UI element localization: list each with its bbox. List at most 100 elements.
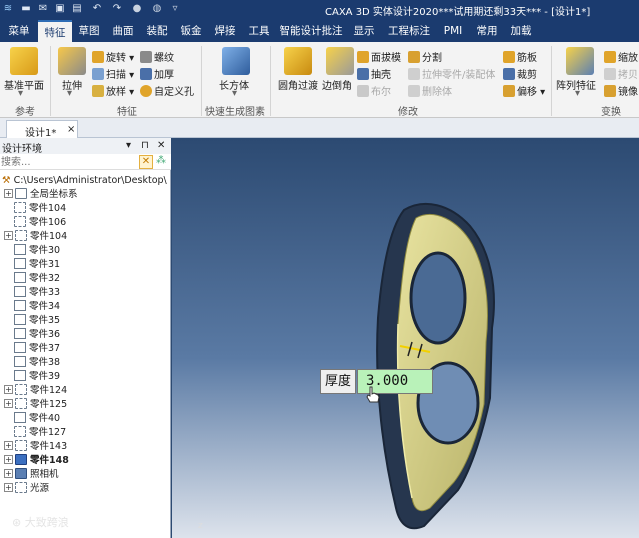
tree-item[interactable]: 零件31 — [14, 258, 60, 272]
tree-item[interactable]: + 零件125 — [4, 398, 67, 412]
save-icon[interactable]: ▣ — [54, 3, 66, 15]
fillet-icon[interactable] — [284, 47, 312, 75]
undo-icon[interactable]: ↶ — [91, 3, 103, 15]
tree-search-input[interactable] — [0, 155, 136, 169]
app-logo-icon[interactable]: ≋ — [2, 3, 14, 15]
thicken-label: 加厚 — [154, 70, 174, 81]
print-icon[interactable]: ▤ — [71, 3, 83, 15]
menu-tab[interactable]: 工程标注 — [382, 20, 436, 42]
tree-item[interactable]: + 零件143 — [4, 440, 67, 454]
menu-tab[interactable]: 钣金 — [174, 20, 208, 42]
tree-item[interactable]: + 零件148 — [4, 454, 69, 468]
menu-tab[interactable]: 曲面 — [106, 20, 140, 42]
chamfer-button[interactable]: 边倒角 — [322, 77, 352, 92]
revolve-button[interactable]: 旋转 ▾ — [92, 49, 134, 64]
rib-button[interactable]: 筋板 — [503, 49, 537, 64]
menu-tab[interactable]: PMI — [436, 20, 470, 42]
thicken-button[interactable]: 加厚 — [140, 66, 174, 81]
mirror-button[interactable]: 镜像 — [604, 83, 638, 98]
tree-item[interactable]: 零件36 — [14, 328, 60, 342]
menu-tab[interactable]: 智能设计批注 — [276, 20, 346, 42]
record-icon[interactable]: ● — [131, 3, 143, 15]
sphere-icon[interactable]: ◍ — [151, 3, 163, 15]
clear-search-icon[interactable]: ✕ — [139, 155, 153, 169]
menu-tab[interactable]: 常用 — [470, 20, 504, 42]
expand-toggle-icon[interactable]: + — [4, 399, 13, 408]
tree-item[interactable]: 零件37 — [14, 342, 60, 356]
sweep-button[interactable]: 扫描 ▾ — [92, 66, 134, 81]
menu-tab[interactable]: 草图 — [72, 20, 106, 42]
3d-viewport[interactable]: z — [172, 138, 639, 538]
menu-tab[interactable]: 加载 — [504, 20, 538, 42]
tree-item[interactable]: + 全局坐标系 — [4, 188, 78, 202]
chamfer-icon[interactable] — [326, 47, 354, 75]
boolean-button[interactable]: 布尔 — [357, 83, 391, 98]
tree-item[interactable]: 零件35 — [14, 314, 60, 328]
extrude-dropdown-icon[interactable]: ▾ — [67, 88, 72, 99]
expand-toggle-icon[interactable]: + — [4, 231, 13, 240]
tree-item[interactable]: 零件32 — [14, 272, 60, 286]
thread-button[interactable]: 螺纹 — [140, 49, 174, 64]
extrude-icon[interactable] — [58, 47, 86, 75]
shell-button[interactable]: 抽壳 — [357, 66, 391, 81]
block-icon[interactable] — [222, 47, 250, 75]
expand-toggle-icon[interactable]: + — [4, 455, 13, 464]
tree-item[interactable]: + 零件124 — [4, 384, 67, 398]
tree-root-item[interactable]: ⚒ C:\Users\Administrator\Desktop\ — [2, 174, 167, 188]
scale-button[interactable]: 缩放 — [604, 49, 638, 64]
expand-toggle-icon[interactable]: + — [4, 441, 13, 450]
redo-icon[interactable]: ↷ — [111, 3, 123, 15]
delete-body-button[interactable]: 删除体 — [408, 83, 452, 98]
search-options-icon[interactable]: ⁂ — [156, 155, 168, 169]
expand-toggle-icon[interactable]: + — [4, 385, 13, 394]
close-tab-icon[interactable]: × — [67, 124, 75, 135]
datum-plane-button[interactable]: 基准平面 — [4, 77, 44, 92]
tree-item[interactable]: 零件34 — [14, 300, 60, 314]
block-dropdown-icon[interactable]: ▾ — [232, 88, 237, 99]
expand-toggle-icon[interactable]: + — [4, 483, 13, 492]
copy-button[interactable]: 拷贝 — [604, 66, 638, 81]
shell-icon — [357, 68, 369, 80]
new-icon[interactable]: ▬ — [20, 3, 32, 15]
extrude-to-part-button[interactable]: 拉伸零件/装配体 — [408, 66, 495, 81]
mail-icon[interactable]: ✉ — [37, 3, 49, 15]
pin-icon[interactable]: ⊓ — [141, 140, 149, 151]
expand-toggle-icon[interactable]: + — [4, 189, 13, 198]
tree-item[interactable]: 零件40 — [14, 412, 60, 426]
tree-item[interactable]: 零件33 — [14, 286, 60, 300]
tree-item[interactable]: + 零件104 — [4, 230, 67, 244]
split-button[interactable]: 分割 — [408, 49, 442, 64]
tree-item[interactable]: 零件127 — [14, 426, 66, 440]
datum-plane-icon[interactable] — [10, 47, 38, 75]
expand-toggle-icon[interactable]: + — [4, 469, 13, 478]
trim-label: 裁剪 — [517, 70, 537, 81]
close-panel-icon[interactable]: ✕ — [157, 140, 165, 151]
datum-plane-dropdown-icon[interactable]: ▾ — [18, 88, 23, 99]
dropdown-icon[interactable]: ▿ — [169, 3, 181, 15]
tree-item[interactable]: + 照相机 — [4, 468, 59, 482]
loft-button[interactable]: 放样 ▾ — [92, 83, 134, 98]
face-draft-button[interactable]: 面拔模 — [357, 49, 401, 64]
design-tree-panel: 设计环境 ▾ ⊓ ✕ ✕ ⁂ ⚒ C:\Users\Administrator\… — [0, 138, 171, 538]
menu-tab[interactable]: 显示 — [346, 20, 382, 42]
tree-item[interactable]: + 光源 — [4, 482, 49, 496]
menu-tab[interactable]: 焊接 — [208, 20, 242, 42]
tree-item[interactable]: 零件39 — [14, 370, 60, 384]
menu-tab[interactable]: 特征 — [38, 20, 72, 42]
tree-item[interactable]: 零件30 — [14, 244, 60, 258]
panel-menu-icon[interactable]: ▾ — [126, 140, 131, 151]
fillet-button[interactable]: 圆角过渡 — [278, 77, 318, 92]
menu-tab[interactable]: 菜单 — [0, 20, 38, 42]
tree-item[interactable]: 零件104 — [14, 202, 66, 216]
tree-item[interactable]: 零件38 — [14, 356, 60, 370]
menu-tab[interactable]: 装配 — [140, 20, 174, 42]
trim-button[interactable]: 裁剪 — [503, 66, 537, 81]
menu-tab[interactable]: 工具 — [242, 20, 276, 42]
tree-item[interactable]: 零件106 — [14, 216, 66, 230]
custom-hole-button[interactable]: 自定义孔 — [140, 83, 194, 98]
viewport-canvas[interactable]: z — [172, 138, 639, 538]
pattern-dropdown-icon[interactable]: ▾ — [575, 88, 580, 99]
document-tab-design1[interactable]: 设计1* × — [6, 120, 78, 139]
pattern-icon[interactable] — [566, 47, 594, 75]
offset-button[interactable]: 偏移 ▾ — [503, 83, 545, 98]
